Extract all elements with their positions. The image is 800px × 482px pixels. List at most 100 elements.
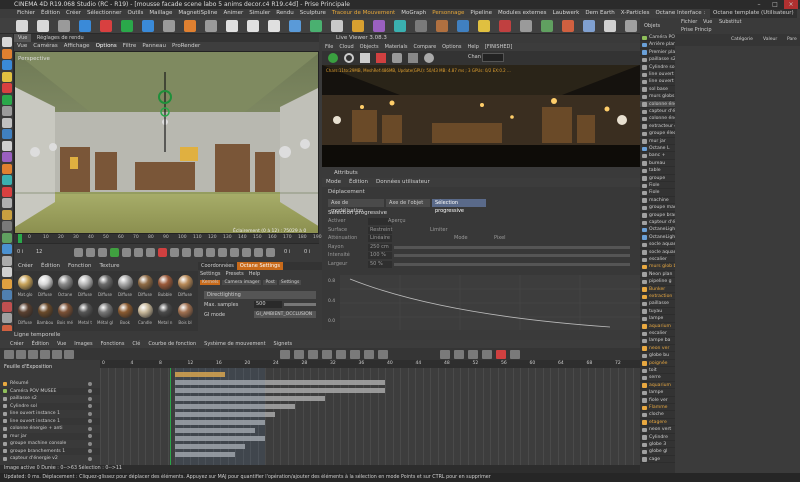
snap-icon[interactable] (440, 349, 450, 359)
object-row[interactable]: paillasse s2 (640, 56, 675, 64)
save-icon[interactable] (408, 53, 418, 63)
viewport-timeline-ruler[interactable]: 0 10 20 30 40 50 60 70 80 90 100 110 120 130 140 150 160… (14, 234, 322, 243)
menu-item[interactable]: Fichier (14, 9, 38, 18)
edges-icon[interactable] (2, 94, 12, 105)
interface-value[interactable]: Octane template (Utilisateur) (709, 9, 797, 18)
key-param-icon[interactable] (230, 248, 239, 257)
track-visibility-icon[interactable] (88, 411, 92, 416)
key-position-icon[interactable] (194, 248, 203, 257)
object-row[interactable]: murs globs (640, 93, 675, 101)
play-icon[interactable] (110, 248, 119, 257)
motion-mode-icon[interactable] (28, 349, 38, 359)
grid-icon[interactable] (520, 20, 532, 32)
maximize-icon[interactable]: □ (768, 0, 782, 9)
timeline-track[interactable]: colonne énergie + anti (0, 425, 100, 432)
filter-icon[interactable] (454, 349, 464, 359)
object-row[interactable]: Arrière plan (640, 41, 675, 49)
attributes-tab[interactable]: Sélection progressive (432, 199, 486, 214)
timeline-track[interactable]: groupe machine console (0, 440, 100, 447)
step-icon[interactable] (336, 349, 346, 359)
menu-item[interactable]: Personnage (429, 9, 467, 18)
object-row[interactable]: line ouvert (640, 71, 675, 79)
object-row[interactable]: groupe élect (640, 130, 675, 138)
max-samples-slider[interactable] (284, 303, 316, 306)
live-viewer-render[interactable]: Chars:11to:29MB, MeshRef:486MB, Update(G… (322, 65, 640, 167)
timeline-track[interactable]: groupe branchements 1 (0, 447, 100, 455)
live-viewer-menu-item[interactable]: Cloud (336, 43, 356, 51)
track-visibility-icon[interactable] (88, 419, 92, 423)
prev-frame-icon[interactable] (98, 248, 107, 257)
object-row[interactable]: pipeline g (640, 278, 675, 286)
select-icon[interactable] (58, 20, 70, 32)
object-row[interactable]: cloche (640, 411, 675, 419)
object-row[interactable]: aquarium (640, 323, 675, 330)
prev-key-icon[interactable] (52, 349, 62, 359)
y-axis-icon[interactable] (205, 20, 217, 32)
object-icon[interactable] (142, 20, 154, 32)
menu-item[interactable]: Dem Earth (582, 9, 617, 18)
object-row[interactable]: Octane L (640, 145, 675, 153)
material-thumbnail[interactable] (98, 275, 113, 290)
viewport-menu-item[interactable]: Filtre (120, 42, 140, 51)
move-icon[interactable] (79, 20, 91, 32)
material-thumbnail[interactable] (58, 275, 73, 290)
layer-browser-tab[interactable]: Vue (703, 18, 712, 26)
record-icon[interactable] (158, 248, 167, 257)
track-visibility-icon[interactable] (88, 389, 92, 393)
key-rotation-icon[interactable] (206, 248, 215, 257)
ease-icon[interactable] (350, 349, 360, 359)
live-viewer-menu-item[interactable]: [FINISHED] (482, 43, 515, 51)
object-row[interactable]: groupe machi (640, 204, 675, 212)
object-row[interactable]: groupe bran (640, 212, 675, 219)
live-viewer-menu-item[interactable]: Objects (357, 43, 382, 51)
material-thumbnail[interactable] (18, 303, 33, 318)
material-thumbnail[interactable] (38, 303, 53, 318)
menu-item[interactable]: Édition (38, 9, 63, 18)
record-icon[interactable] (496, 349, 506, 359)
render-icon[interactable] (2, 313, 12, 323)
timeline-menu-item[interactable]: Clé (128, 340, 144, 348)
tag-icon[interactable] (2, 301, 12, 312)
viewport-menu-item[interactable]: Panneau (139, 42, 169, 51)
timeline-ruler[interactable]: 0 4 8 12 16 20 24 28 32 36 40 44 48 52 56 60 64 68 72 (100, 360, 640, 368)
object-row[interactable]: Fiole (640, 182, 675, 190)
gi-mode-select[interactable]: GI_AMBIENT_OCCLUSION (254, 311, 316, 318)
attributes-menu-item[interactable]: Données utilisateur (372, 178, 434, 187)
z-axis-icon[interactable] (226, 20, 238, 32)
attributes-menu-item[interactable]: Édition (345, 178, 372, 187)
octane-kernel-tab[interactable]: Kernels (200, 280, 221, 285)
live-viewer-menu-item[interactable]: Options (439, 43, 464, 51)
menu-item[interactable]: X-Particles (618, 9, 653, 18)
lasso-icon[interactable] (2, 255, 12, 266)
cube-icon[interactable] (331, 20, 343, 32)
material-thumbnail[interactable] (178, 275, 193, 290)
materials-menu-item[interactable]: Créer (14, 262, 37, 271)
track-visibility-icon[interactable] (88, 449, 92, 453)
model-icon[interactable] (2, 48, 12, 59)
object-row[interactable]: colonne éne (640, 115, 675, 123)
object-row[interactable]: extraction (640, 293, 675, 301)
timeline-menu-item[interactable]: Courbe de fonction (144, 340, 200, 348)
tab-render-settings[interactable]: Réglages de rendu (33, 34, 88, 42)
menu-item[interactable]: Animer (220, 9, 246, 18)
menu-item[interactable]: Pipeline (467, 9, 495, 18)
first-frame-icon[interactable] (74, 248, 83, 257)
next-key-icon[interactable] (64, 349, 74, 359)
lock-icon[interactable] (392, 53, 402, 63)
object-row[interactable]: OctaneLight (640, 234, 675, 242)
material-thumbnail[interactable] (38, 275, 53, 290)
key-icon[interactable] (182, 248, 191, 257)
attributes-tab[interactable]: Axe de modélisation (328, 199, 384, 214)
layer-icon[interactable] (2, 267, 12, 277)
object-row[interactable]: neon ver (640, 345, 675, 353)
materials-menu-item[interactable]: Texture (95, 262, 123, 271)
timeline-track[interactable]: paillasse s2 (0, 395, 100, 402)
scene-icon[interactable] (436, 20, 448, 32)
pause-icon[interactable] (360, 53, 370, 63)
frame-end[interactable]: 0 i (284, 249, 290, 255)
frame-current[interactable]: 12 (36, 249, 42, 255)
object-row[interactable]: capteur d'é (640, 219, 675, 227)
materials-menu-item[interactable]: Fonction (64, 262, 95, 271)
material-thumbnail[interactable] (98, 303, 113, 318)
object-row[interactable]: globe 3 (640, 441, 675, 449)
